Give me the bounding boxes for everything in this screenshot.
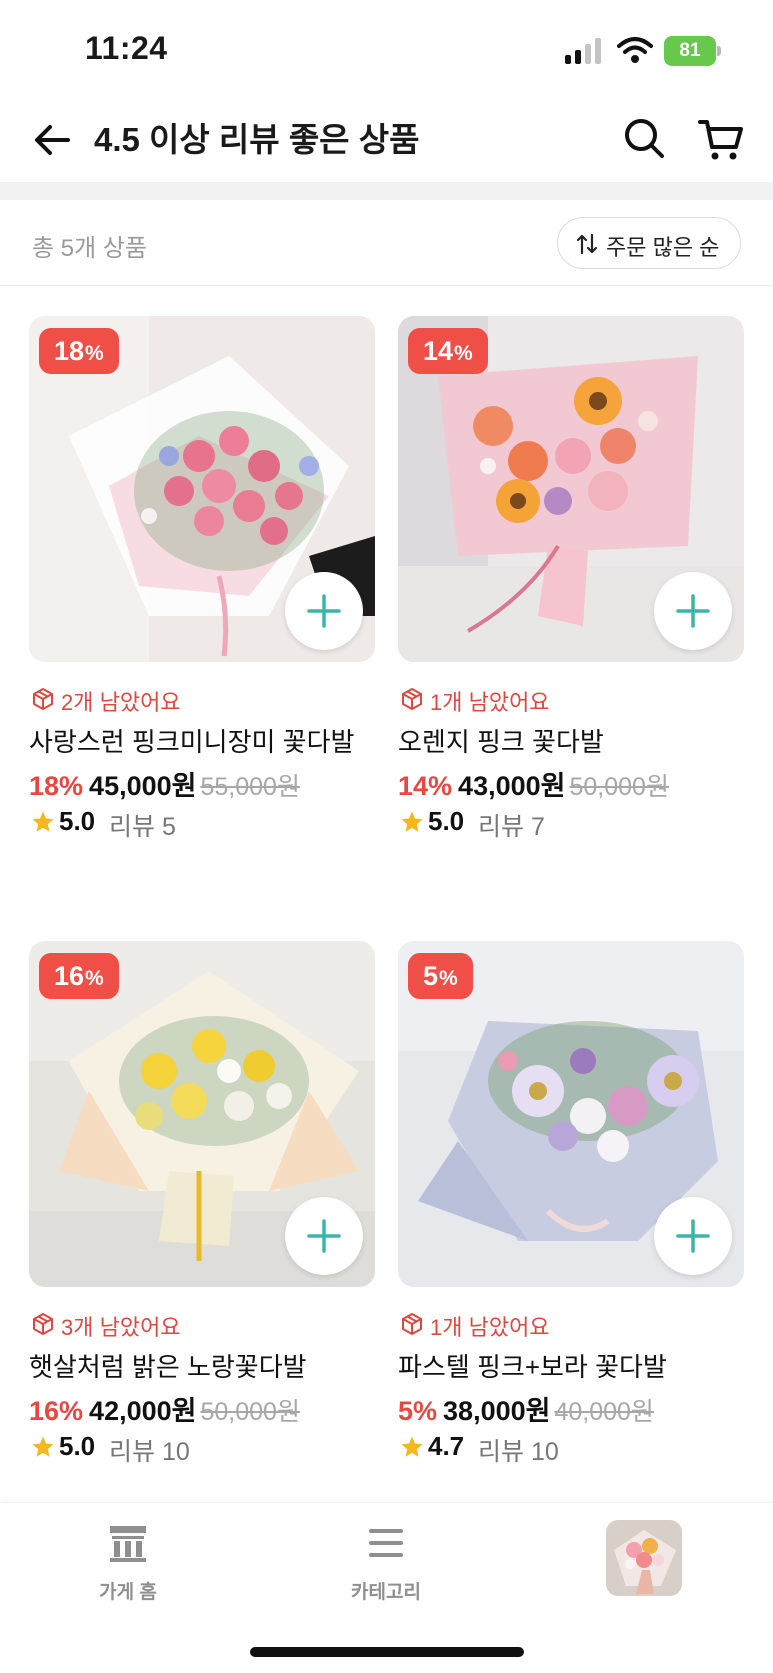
product-image[interactable]: 14%: [398, 316, 744, 662]
discount-badge: 16%: [39, 953, 119, 999]
plus-icon: [676, 1219, 710, 1253]
price-discount: 5%: [398, 1396, 438, 1426]
rating-value: 4.7: [428, 1431, 465, 1461]
price-original: 50,000원: [200, 1398, 300, 1426]
nav-store-home[interactable]: 가게 홈: [58, 1523, 198, 1623]
signal-icon: [565, 38, 601, 64]
price-current: 38,000원: [443, 1396, 551, 1426]
rating-value: 5.0: [59, 806, 96, 836]
search-icon[interactable]: [620, 114, 668, 162]
add-to-cart-button[interactable]: [285, 1197, 363, 1275]
product-card[interactable]: 14% 1개 남았어요 오렌지 핑크 꽃다발 14% 43,000원 50,000원…: [398, 316, 744, 876]
price-discount: 14%: [398, 771, 453, 801]
home-indicator: [250, 1647, 524, 1657]
product-name[interactable]: 사랑스런 핑크미니장미 꽃다발: [29, 722, 354, 759]
filter-row: 총 5개 상품 주문 많은 순: [0, 200, 773, 286]
stock-text: 1개 남았어요: [430, 1315, 550, 1340]
product-name[interactable]: 파스텔 핑크+보라 꽃다발: [398, 1347, 667, 1384]
status-time: 11:24: [85, 30, 168, 66]
price-original: 55,000원: [200, 773, 300, 801]
price-original: 50,000원: [569, 773, 669, 801]
stock-text: 2개 남았어요: [61, 690, 181, 715]
nav-label: 카테고리: [351, 1582, 421, 1603]
store-icon: [110, 1526, 146, 1562]
product-card[interactable]: 18% 2개 남았어요 사랑스런 핑크미니장미 꽃다발 18% 45,000원 55…: [29, 316, 375, 876]
box-icon: [402, 688, 422, 710]
product-image[interactable]: 18%: [29, 316, 375, 662]
box-icon: [402, 1313, 422, 1335]
cart-icon[interactable]: [696, 114, 746, 164]
recent-product-thumbnail[interactable]: [606, 1520, 682, 1596]
product-image[interactable]: 16%: [29, 941, 375, 1287]
review-count: 리뷰 7: [478, 813, 545, 841]
box-icon: [33, 1313, 53, 1335]
price-row: 14% 43,000원 50,000원: [398, 764, 669, 803]
wifi-icon: [617, 37, 653, 63]
nav-category[interactable]: 카테고리: [316, 1523, 456, 1623]
product-name[interactable]: 오렌지 핑크 꽃다발: [398, 722, 604, 759]
sort-button[interactable]: 주문 많은 순: [557, 217, 741, 269]
price-current: 45,000원: [89, 771, 197, 801]
total-count: 총 5개 상품: [32, 235, 148, 262]
review-count: 리뷰 10: [109, 1438, 190, 1466]
review-count: 리뷰 5: [109, 813, 176, 841]
star-icon: [32, 1436, 54, 1457]
star-icon: [32, 811, 54, 832]
add-to-cart-button[interactable]: [654, 1197, 732, 1275]
add-to-cart-button[interactable]: [654, 572, 732, 650]
section-divider: [0, 182, 773, 200]
price-row: 18% 45,000원 55,000원: [29, 764, 300, 803]
discount-badge: 18%: [39, 328, 119, 374]
plus-icon: [307, 1219, 341, 1253]
status-bar: 11:24 81: [0, 0, 773, 100]
nav-label: 가게 홈: [99, 1582, 157, 1603]
star-icon: [401, 811, 423, 832]
plus-icon: [307, 594, 341, 628]
page-title: 4.5 이상 리뷰 좋은 상품: [94, 121, 420, 158]
menu-icon: [369, 1529, 403, 1557]
price-row: 16% 42,000원 50,000원: [29, 1389, 300, 1428]
stock-text: 3개 남았어요: [61, 1315, 181, 1340]
price-discount: 18%: [29, 771, 84, 801]
battery-level: 81: [679, 40, 701, 61]
add-to-cart-button[interactable]: [285, 572, 363, 650]
rating-value: 5.0: [59, 1431, 96, 1461]
plus-icon: [676, 594, 710, 628]
back-arrow-icon[interactable]: [30, 117, 76, 163]
review-count: 리뷰 10: [478, 1438, 559, 1466]
rating-value: 5.0: [428, 806, 465, 836]
discount-badge: 14%: [408, 328, 488, 374]
product-card[interactable]: 5% 1개 남았어요 파스텔 핑크+보라 꽃다발 5% 38,000원 40,000…: [398, 941, 744, 1501]
sort-icon: [576, 233, 598, 255]
price-current: 42,000원: [89, 1396, 197, 1426]
star-icon: [401, 1436, 423, 1457]
price-row: 5% 38,000원 40,000원: [398, 1389, 654, 1428]
stock-text: 1개 남았어요: [430, 690, 550, 715]
price-discount: 16%: [29, 1396, 84, 1426]
battery-icon: 81: [664, 36, 722, 66]
sort-label: 주문 많은 순: [606, 235, 720, 260]
product-name[interactable]: 햇살처럼 밝은 노랑꽃다발: [29, 1347, 307, 1384]
product-image[interactable]: 5%: [398, 941, 744, 1287]
price-current: 43,000원: [458, 771, 566, 801]
discount-badge: 5%: [408, 953, 473, 999]
product-card[interactable]: 16% 3개 남았어요 햇살처럼 밝은 노랑꽃다발 16% 42,000원 50,0…: [29, 941, 375, 1501]
box-icon: [33, 688, 53, 710]
price-original: 40,000원: [554, 1398, 654, 1426]
header: 4.5 이상 리뷰 좋은 상품: [0, 100, 773, 182]
